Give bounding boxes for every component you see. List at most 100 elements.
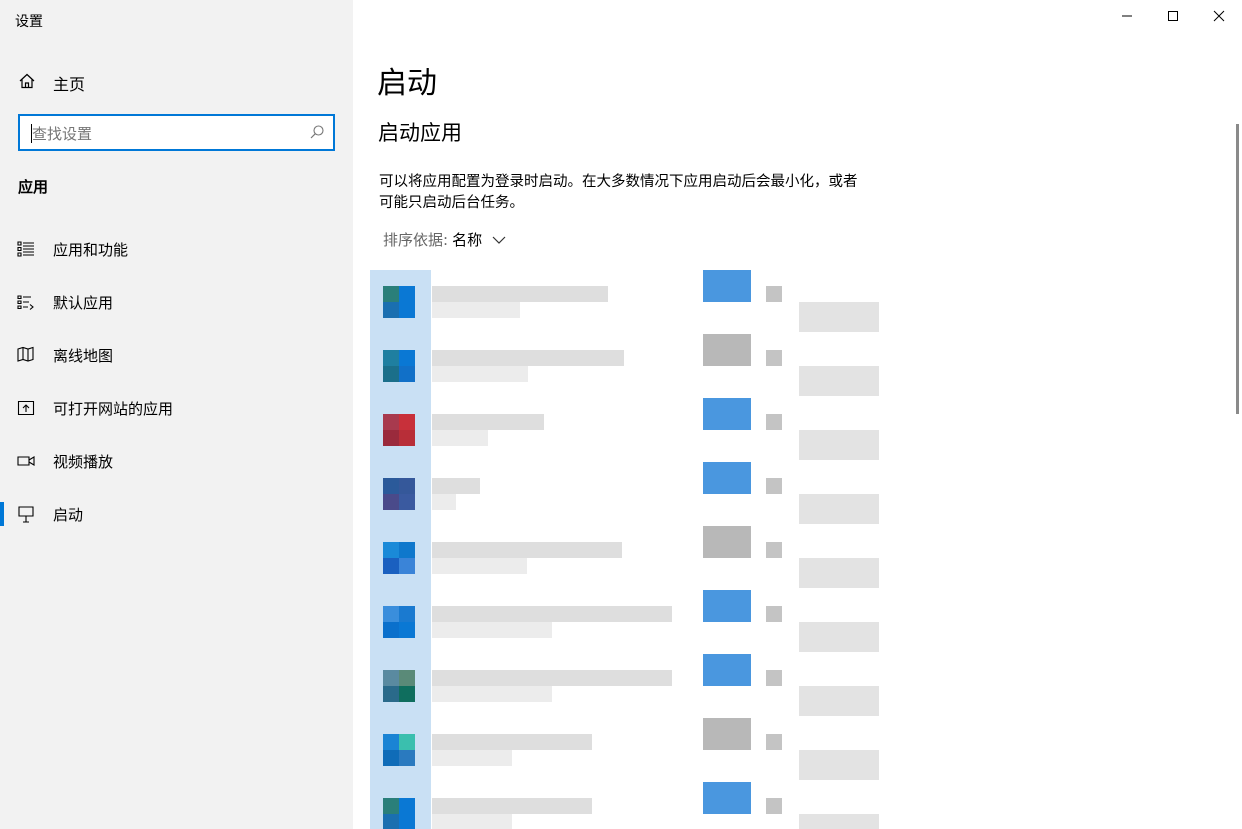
app-name-blur (432, 478, 480, 494)
app-name-blur (432, 414, 544, 430)
active-indicator (0, 502, 4, 526)
startup-app-row (370, 718, 890, 782)
app-icon-pixel (399, 542, 415, 558)
app-publisher-blur (432, 494, 456, 510)
sidebar-item-offline-maps[interactable]: 离线地图 (0, 333, 353, 377)
startup-app-row (370, 334, 890, 398)
app-publisher-blur (432, 430, 488, 446)
default-apps-icon (17, 293, 35, 311)
app-icon-pixel (399, 430, 415, 446)
toggle-switch-blur[interactable] (703, 654, 751, 686)
app-icon-pixel (399, 366, 415, 382)
app-title: 设置 (15, 14, 43, 30)
section-title: 应用 (18, 178, 49, 196)
app-icon-pixel (399, 622, 415, 638)
app-publisher-blur (432, 302, 520, 318)
startup-app-row (370, 398, 890, 462)
minimize-icon (1122, 15, 1132, 17)
app-icon-pixel (399, 494, 415, 510)
app-name-blur (432, 542, 622, 558)
close-icon (1213, 10, 1225, 22)
sidebar-item-apps-for-websites[interactable]: 可打开网站的应用 (0, 386, 353, 430)
toggle-switch-blur[interactable] (703, 398, 751, 430)
app-icon-pixel (399, 670, 415, 686)
app-icon-pixel (399, 686, 415, 702)
toggle-switch-blur[interactable] (703, 590, 751, 622)
apps-features-icon (17, 240, 35, 258)
startup-app-row (370, 590, 890, 654)
toggle-state-blur (766, 350, 782, 366)
app-icon-pixel (383, 622, 399, 638)
home-nav-item[interactable]: 主页 (0, 62, 353, 100)
search-input[interactable]: 查找设置 (18, 114, 335, 151)
startup-app-row (370, 526, 890, 590)
section-heading: 启动应用 (378, 121, 462, 145)
video-playback-icon (17, 452, 35, 470)
toggle-switch-blur[interactable] (703, 718, 751, 750)
scrollbar-thumb[interactable] (1236, 124, 1239, 414)
sidebar-item-label: 可打开网站的应用 (53, 400, 174, 418)
sidebar-item-label: 默认应用 (53, 294, 114, 312)
maximize-icon (1168, 11, 1178, 21)
app-icon-pixel (383, 478, 399, 494)
startup-impact-blur (799, 814, 879, 829)
startup-impact-blur (799, 430, 879, 460)
app-icon-pixel (383, 814, 399, 829)
app-publisher-blur (432, 558, 527, 574)
app-icon-pixel (399, 606, 415, 622)
toggle-state-blur (766, 734, 782, 750)
app-icon-pixel (383, 494, 399, 510)
app-publisher-blur (432, 686, 552, 702)
app-icon-pixel (383, 750, 399, 766)
app-icon-pixel (399, 302, 415, 318)
toggle-switch-blur[interactable] (703, 462, 751, 494)
sidebar-item-video-playback[interactable]: 视频播放 (0, 439, 353, 483)
toggle-state-blur (766, 414, 782, 430)
app-icon-pixel (383, 366, 399, 382)
startup-impact-blur (799, 686, 879, 716)
toggle-switch-blur[interactable] (703, 334, 751, 366)
maximize-button[interactable] (1150, 0, 1196, 32)
startup-app-row (370, 782, 890, 829)
app-icon-pixel (399, 798, 415, 814)
sidebar-item-apps-features[interactable]: 应用和功能 (0, 227, 353, 271)
chevron-down-icon (492, 236, 506, 244)
app-icon-pixel (383, 286, 399, 302)
app-icon-pixel (399, 558, 415, 574)
minimize-button[interactable] (1104, 0, 1150, 32)
app-icon-pixel (399, 478, 415, 494)
startup-app-row (370, 654, 890, 718)
startup-app-row (370, 462, 890, 526)
app-name-blur (432, 286, 608, 302)
app-name-blur (432, 734, 592, 750)
toggle-switch-blur[interactable] (703, 270, 751, 302)
toggle-switch-blur[interactable] (703, 782, 751, 814)
startup-impact-blur (799, 302, 879, 332)
startup-impact-blur (799, 558, 879, 588)
search-icon[interactable] (309, 124, 325, 140)
toggle-state-blur (766, 286, 782, 302)
app-icon-pixel (399, 814, 415, 829)
app-icon-pixel (399, 350, 415, 366)
close-button[interactable] (1196, 0, 1242, 32)
app-icon-pixel (399, 750, 415, 766)
sidebar-item-startup[interactable]: 启动 (0, 492, 353, 536)
toggle-switch-blur[interactable] (703, 526, 751, 558)
app-icon-pixel (383, 734, 399, 750)
app-publisher-blur (432, 366, 528, 382)
app-publisher-blur (432, 814, 512, 829)
app-icon-pixel (383, 542, 399, 558)
sort-dropdown[interactable]: 排序依据: 名称 (383, 229, 506, 250)
app-name-blur (432, 606, 672, 622)
toggle-state-blur (766, 670, 782, 686)
toggle-state-blur (766, 798, 782, 814)
sidebar: 设置 主页 查找设置 应用 应用和功能 默认应用 离线地图 可打开网站的应用 视… (0, 0, 353, 829)
sidebar-item-default-apps[interactable]: 默认应用 (0, 280, 353, 324)
app-icon-pixel (383, 350, 399, 366)
toggle-state-blur (766, 478, 782, 494)
app-icon-pixel (383, 606, 399, 622)
toggle-state-blur (766, 606, 782, 622)
app-icon-pixel (399, 734, 415, 750)
app-icon-pixel (383, 798, 399, 814)
app-publisher-blur (432, 622, 552, 638)
